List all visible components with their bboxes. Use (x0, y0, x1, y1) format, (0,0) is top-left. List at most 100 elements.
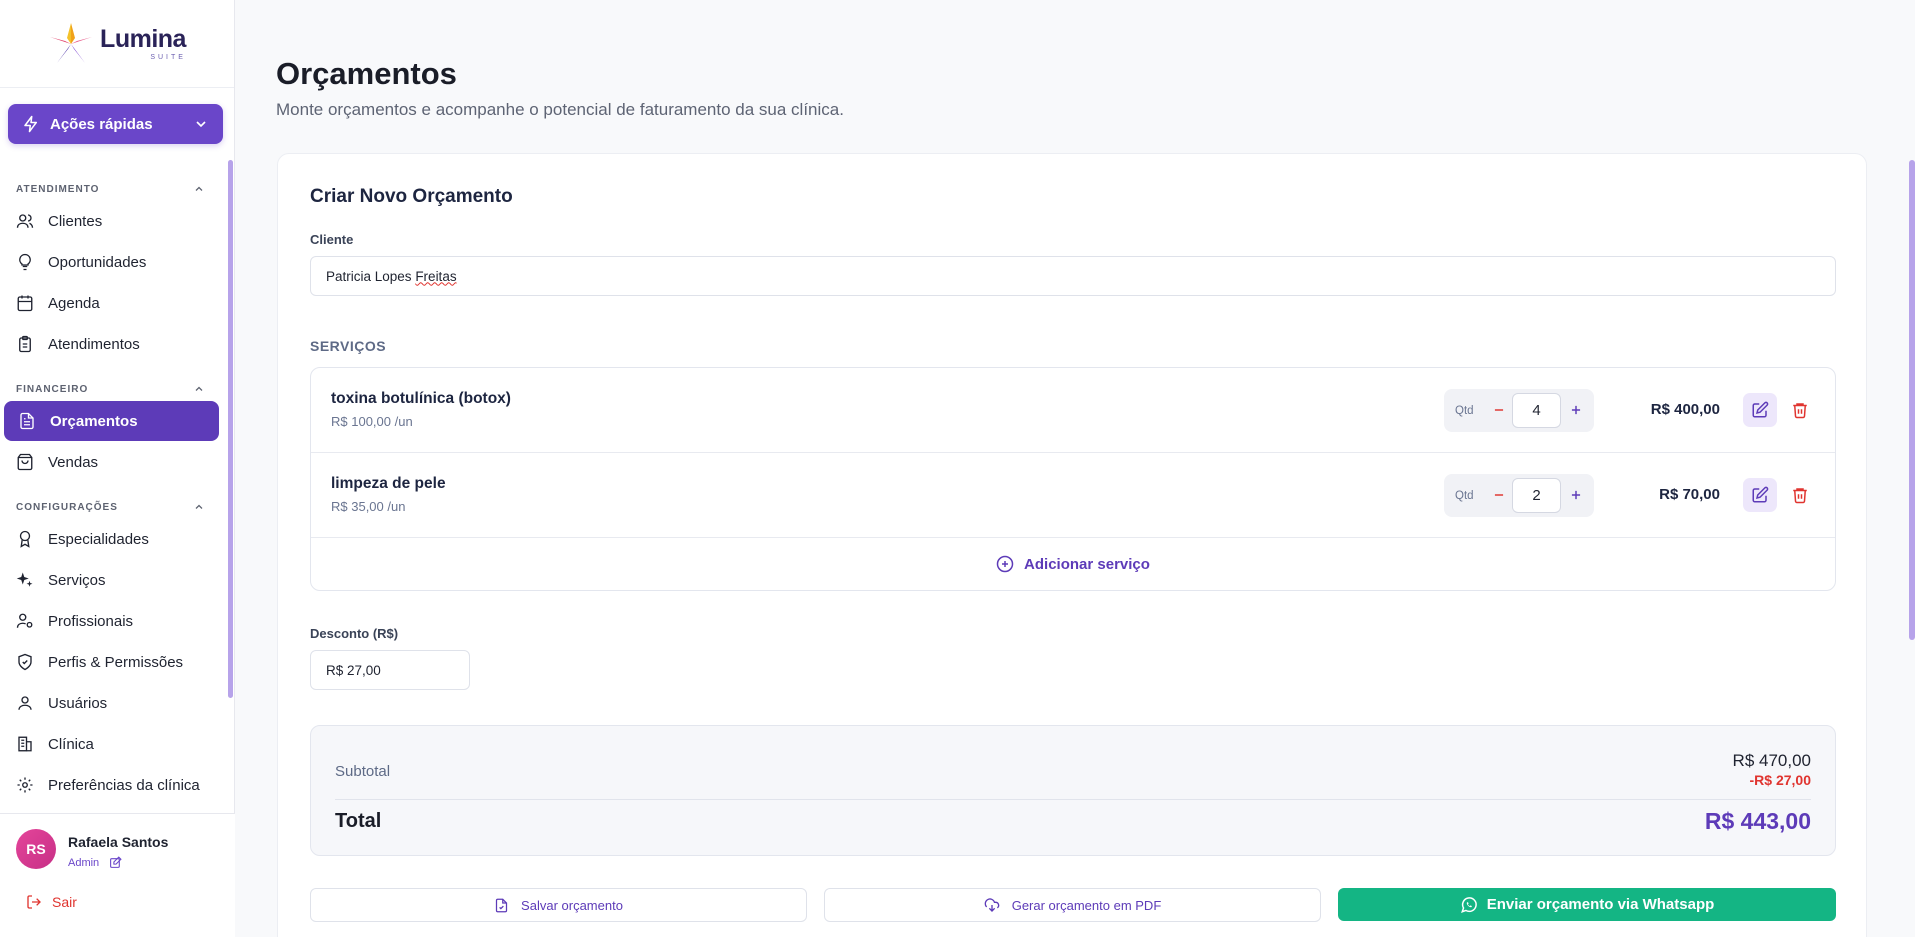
chevron-up-icon (195, 504, 203, 509)
quick-actions-label: Ações rápidas (50, 115, 153, 133)
sidebar-item-agenda[interactable]: Agenda (0, 283, 235, 323)
calendar-icon (17, 295, 33, 312)
plus-icon (1571, 490, 1581, 500)
award-icon (19, 530, 31, 548)
sidebar-item-label: Agenda (48, 294, 100, 312)
send-whatsapp-button[interactable]: Enviar orçamento via Whatsapp (1338, 888, 1836, 921)
sidebar-item-profissionais[interactable]: Profissionais (0, 601, 235, 641)
sidebar-item-atendimentos[interactable]: Atendimentos (0, 324, 235, 364)
sidebar-item-label: Profissionais (48, 612, 134, 630)
services-list: toxina botulínica (botox) R$ 100,00 /un … (310, 367, 1836, 591)
delete-service-button[interactable] (1783, 478, 1817, 512)
sidebar-item-label: Vendas (48, 453, 99, 471)
sidebar-item-label: Oportunidades (48, 253, 147, 271)
client-value-last: Freitas (415, 268, 457, 284)
logout-icon (27, 895, 41, 909)
shopping-bag-icon (17, 453, 33, 471)
sidebar-item-perfis-permissoes[interactable]: Perfis & Permissões (0, 642, 235, 682)
service-total: R$ 400,00 (1650, 401, 1720, 418)
qty-decrement-button[interactable] (1488, 483, 1510, 507)
section-header-configuracoes[interactable]: CONFIGURAÇÕES (0, 496, 235, 518)
sidebar-item-especialidades[interactable]: Especialidades (0, 519, 235, 559)
cloud-download-icon (984, 898, 999, 912)
save-budget-button[interactable]: Salvar orçamento (310, 888, 807, 922)
generate-pdf-label: Gerar orçamento em PDF (1011, 897, 1162, 913)
sidebar-item-label: Perfis & Permissões (48, 653, 184, 671)
sidebar-item-preferencias[interactable]: Preferências da clínica (0, 765, 235, 805)
send-whatsapp-label: Enviar orçamento via Whatsapp (1486, 896, 1715, 913)
quantity-stepper: Qtd 2 (1444, 474, 1594, 517)
budget-form-card: Criar Novo Orçamento Cliente Patricia Lo… (277, 153, 1867, 937)
discount-input[interactable]: R$ 27,00 (310, 650, 470, 690)
clipboard-icon (19, 335, 31, 353)
sidebar-item-usuarios[interactable]: Usuários (0, 683, 235, 723)
budget-summary: Subtotal R$ 470,00 -R$ 27,00 Total R$ 44… (310, 725, 1836, 856)
sidebar-item-vendas[interactable]: Vendas (0, 442, 235, 482)
avatar[interactable]: RS (16, 829, 56, 869)
qty-input[interactable]: 2 (1512, 478, 1561, 513)
qty-increment-button[interactable] (1564, 483, 1588, 507)
edit-icon (1752, 401, 1769, 418)
service-row: toxina botulínica (botox) R$ 100,00 /un … (311, 368, 1835, 453)
chevron-down-icon (196, 121, 206, 128)
edit-icon (1752, 486, 1769, 503)
total-value: R$ 443,00 (1704, 808, 1811, 834)
add-service-button[interactable]: Adicionar serviço (311, 538, 1835, 590)
client-label: Cliente (310, 232, 354, 247)
main-scrollbar[interactable] (1909, 160, 1915, 640)
sidebar-item-clinica[interactable]: Clínica (0, 724, 235, 764)
user-icon (18, 696, 32, 710)
sidebar-item-label: Orçamentos (50, 412, 138, 430)
edit-profile-icon[interactable] (109, 856, 122, 869)
service-total: R$ 70,00 (1659, 486, 1720, 503)
sidebar-item-oportunidades[interactable]: Oportunidades (0, 242, 235, 282)
chevron-up-icon (195, 386, 203, 391)
sidebar-item-label: Atendimentos (48, 335, 140, 353)
quick-actions-button[interactable]: Ações rápidas (8, 104, 223, 144)
sidebar: Lumina SUITE Ações rápidas ATENDIMENTO C… (0, 0, 235, 937)
sidebar-item-label: Usuários (48, 694, 108, 712)
service-name: limpeza de pele (331, 475, 446, 492)
service-row: limpeza de pele R$ 35,00 /un Qtd 2 R$ 70… (311, 453, 1835, 538)
user-role-label: Admin (68, 856, 100, 869)
section-header-atendimento[interactable]: ATENDIMENTO (0, 178, 235, 200)
quantity-stepper: Qtd 4 (1444, 389, 1594, 432)
trash-icon (1793, 488, 1807, 504)
lumina-star-logo-icon (50, 22, 93, 63)
plus-icon (1571, 405, 1581, 415)
subtotal-value: R$ 470,00 (1732, 751, 1811, 770)
summary-divider (335, 799, 1811, 800)
service-unit-price: R$ 100,00 /un (331, 414, 413, 429)
form-title: Criar Novo Orçamento (310, 186, 513, 207)
section-header-financeiro[interactable]: FINANCEIRO (0, 378, 235, 400)
sidebar-item-orcamentos[interactable]: Orçamentos (4, 401, 219, 441)
client-input[interactable]: Patricia Lopes Freitas (310, 256, 1836, 296)
generate-pdf-button[interactable]: Gerar orçamento em PDF (824, 888, 1321, 922)
section-title: ATENDIMENTO (16, 183, 100, 195)
save-budget-label: Salvar orçamento (521, 897, 623, 913)
sidebar-item-label: Preferências da clínica (48, 776, 200, 794)
edit-service-button[interactable] (1743, 478, 1777, 512)
qty-decrement-button[interactable] (1488, 398, 1510, 422)
logout-button[interactable]: Sair (26, 894, 77, 910)
edit-service-button[interactable] (1743, 393, 1777, 427)
sidebar-item-servicos[interactable]: Serviços (0, 560, 235, 600)
qty-increment-button[interactable] (1564, 398, 1588, 422)
logo[interactable]: Lumina SUITE (0, 0, 234, 88)
user-panel: RS Rafaela Santos Admin Sair (0, 813, 235, 937)
users-icon (16, 214, 34, 228)
delete-service-button[interactable] (1783, 393, 1817, 427)
shield-icon (18, 653, 32, 671)
chevron-up-icon (195, 186, 203, 191)
service-name: toxina botulínica (botox) (331, 390, 511, 407)
qty-label: Qtd (1455, 404, 1474, 417)
client-value-first: Patricia Lopes (326, 268, 416, 284)
qty-input[interactable]: 4 (1512, 393, 1561, 428)
sidebar-item-label: Clínica (48, 735, 94, 753)
whatsapp-icon (1460, 896, 1477, 913)
sidebar-item-clientes[interactable]: Clientes (0, 201, 235, 241)
discount-label: Desconto (R$) (310, 626, 399, 641)
page-subtitle: Monte orçamentos e acompanhe o potencial… (276, 100, 844, 119)
brand-sub: SUITE (150, 53, 186, 61)
section-title: FINANCEIRO (16, 383, 89, 395)
